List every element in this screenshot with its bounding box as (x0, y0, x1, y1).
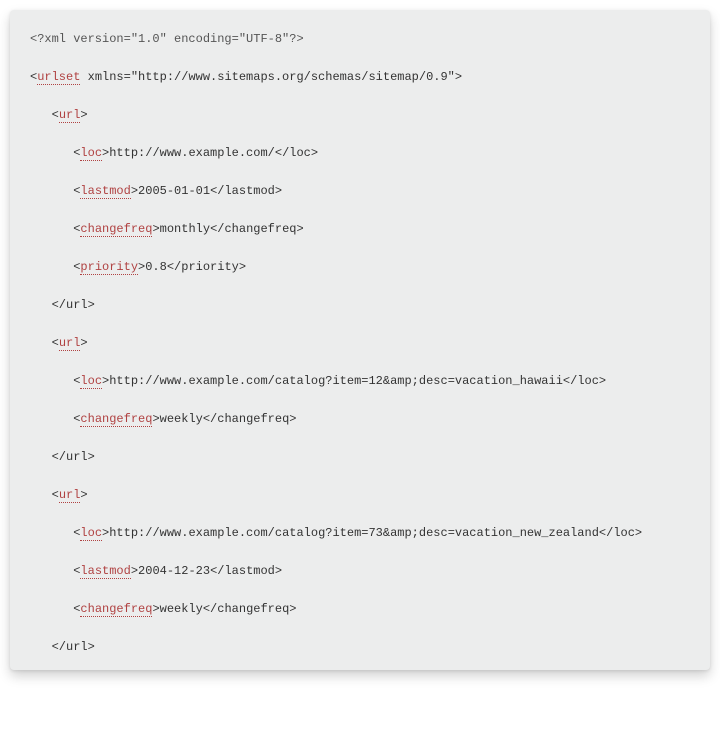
lastmod-line: <lastmod>2005-01-01</lastmod> (30, 182, 690, 200)
changefreq-line: <changefreq>monthly</changefreq> (30, 220, 690, 238)
changefreq-tag[interactable]: changefreq (80, 222, 152, 237)
loc-line: <loc>http://www.example.com/catalog?item… (30, 524, 690, 542)
changefreq-value: monthly (160, 222, 210, 236)
priority-tag[interactable]: priority (80, 260, 138, 275)
url-close: </url> (30, 296, 690, 314)
changefreq-line: <changefreq>weekly</changefreq> (30, 600, 690, 618)
xml-code-block: <?xml version="1.0" encoding="UTF-8"?> <… (10, 10, 710, 670)
url-tag[interactable]: url (59, 488, 81, 503)
url-close: </url> (30, 638, 690, 656)
priority-value: 0.8 (145, 260, 167, 274)
lastmod-value: 2005-01-01 (138, 184, 210, 198)
loc-tag[interactable]: loc (80, 146, 102, 161)
url-open: <url> (30, 106, 690, 124)
url-tag[interactable]: url (59, 108, 81, 123)
url-close: </url> (30, 448, 690, 466)
lastmod-tag[interactable]: lastmod (80, 564, 130, 579)
changefreq-value: weekly (160, 412, 203, 426)
url-tag[interactable]: url (59, 336, 81, 351)
loc-tag[interactable]: loc (80, 374, 102, 389)
lastmod-value: 2004-12-23 (138, 564, 210, 578)
loc-value: http://www.example.com/catalog?item=73&a… (109, 526, 599, 540)
xml-decl-text: <?xml version="1.0" encoding="UTF-8"?> (30, 32, 304, 46)
urlset-open: <urlset xmlns="http://www.sitemaps.org/s… (30, 68, 690, 86)
loc-value: http://www.example.com/catalog?item=12&a… (109, 374, 563, 388)
changefreq-line: <changefreq>weekly</changefreq> (30, 410, 690, 428)
lastmod-line: <lastmod>2004-12-23</lastmod> (30, 562, 690, 580)
loc-line: <loc>http://www.example.com/</loc> (30, 144, 690, 162)
xml-declaration: <?xml version="1.0" encoding="UTF-8"?> (30, 30, 690, 48)
urlset-tag[interactable]: urlset (37, 70, 80, 85)
url-open: <url> (30, 334, 690, 352)
changefreq-value: weekly (160, 602, 203, 616)
loc-tag[interactable]: loc (80, 526, 102, 541)
changefreq-tag[interactable]: changefreq (80, 412, 152, 427)
loc-line: <loc>http://www.example.com/catalog?item… (30, 372, 690, 390)
priority-line: <priority>0.8</priority> (30, 258, 690, 276)
url-open: <url> (30, 486, 690, 504)
changefreq-tag[interactable]: changefreq (80, 602, 152, 617)
loc-value: http://www.example.com/ (109, 146, 275, 160)
lastmod-tag[interactable]: lastmod (80, 184, 130, 199)
